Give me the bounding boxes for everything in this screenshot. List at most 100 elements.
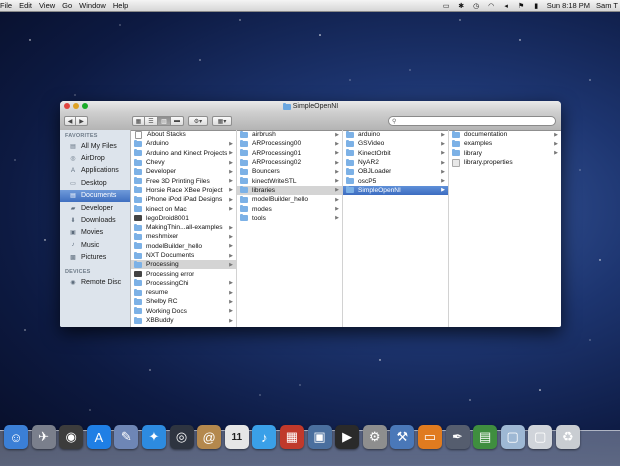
bluetooth-icon[interactable]: ✱ [457,2,466,10]
list-item[interactable]: Arduino ▶ [131,139,236,148]
display-icon[interactable]: ▭ [442,2,451,10]
list-item[interactable]: ARProcessing01 ▶ [237,149,342,158]
system-preferences-icon[interactable]: ⚙ [362,425,387,449]
list-item[interactable]: ProcessingChi ▶ [131,279,236,288]
icon-view-button[interactable]: ▦ [132,116,145,126]
sidebar-item-all-my-files[interactable]: ▤ All My Files [60,140,130,152]
list-item[interactable]: kinect on Mac ▶ [131,204,236,213]
grapher-icon[interactable]: ✒ [445,425,470,449]
list-item[interactable]: ARProcessing02 ▶ [237,158,342,167]
list-item[interactable]: library ▶ [449,149,561,158]
contacts-icon[interactable]: @ [197,425,222,449]
keynote-icon[interactable]: ▭ [417,425,442,449]
list-item[interactable]: GSVideo ▶ [343,139,448,148]
column-2[interactable]: airbrush ▶ ARProcessing00 ▶ ARProcessing01 ▶ A… [237,130,343,327]
list-item[interactable]: modelBuilder_hello ▶ [131,242,236,251]
calendar-icon[interactable]: 11 [224,425,249,449]
downloads-stack-icon[interactable]: ▢ [528,425,553,449]
sidebar-item-developer[interactable]: ▰ Developer [60,202,130,214]
list-item[interactable]: KinectOrbit ▶ [343,149,448,158]
safari-icon[interactable]: ✦ [141,425,166,449]
list-item[interactable]: OBJLoader ▶ [343,167,448,176]
photo-app-icon[interactable]: ▦ [279,425,304,449]
search-input[interactable] [396,118,551,124]
dashboard-icon[interactable]: ◉ [59,425,84,449]
menu-view[interactable]: View [39,1,55,10]
coverflow-view-button[interactable]: ▬ [171,116,184,126]
sidebar-item-applications[interactable]: A Applications [60,165,130,177]
list-item[interactable]: iPhone iPod iPad Designs ▶ [131,195,236,204]
minimize-button[interactable] [73,103,79,109]
list-item[interactable]: NyAR2 ▶ [343,158,448,167]
flag-icon[interactable]: ⚑ [517,2,526,10]
menu-window[interactable]: Window [79,1,106,10]
list-item[interactable]: modelBuilder_hello ▶ [237,195,342,204]
list-item[interactable]: Free 3D Printing Files ▶ [131,176,236,185]
list-item[interactable]: examples ▶ [449,139,561,148]
title-bar[interactable]: SimpleOpenNI [60,101,561,112]
list-item[interactable]: Processing error [131,269,236,278]
column-4[interactable]: documentation ▶ examples ▶ library ▶ library.p… [449,130,561,327]
zoom-button[interactable] [82,103,88,109]
sidebar-item-desktop[interactable]: ▭ Desktop [60,177,130,189]
list-item[interactable]: resume ▶ [131,288,236,297]
menu-file[interactable]: File [0,1,12,10]
list-item[interactable]: library.properties [449,158,561,167]
list-item[interactable]: SimpleOpenNI ▶ [343,185,448,196]
close-button[interactable] [64,103,70,109]
list-item[interactable]: ARProcessing00 ▶ [237,139,342,148]
itunes-icon[interactable]: ♪ [252,425,277,449]
launchpad-icon[interactable]: ✈ [31,425,56,449]
list-item[interactable]: tools ▶ [237,214,342,223]
activity-monitor-icon[interactable]: ▤ [473,425,498,449]
list-item[interactable]: modes ▶ [237,204,342,213]
menu-help[interactable]: Help [113,1,128,10]
back-button[interactable]: ◀ [64,116,76,126]
action-button[interactable]: ⚙▾ [188,116,208,126]
photo-booth-icon[interactable]: ◎ [169,425,194,449]
terminal-icon[interactable]: ▶ [335,425,360,449]
list-item[interactable]: XBBuddy ▶ [131,316,236,325]
list-item[interactable]: legoDroid8001 [131,214,236,223]
documents-stack-icon[interactable]: ▢ [500,425,525,449]
list-item[interactable]: Shelby RC ▶ [131,297,236,306]
menu-go[interactable]: Go [62,1,72,10]
list-item[interactable]: documentation ▶ [449,130,561,139]
column-1[interactable]: About Stacks Arduino ▶ Arduino and Kinect P… [131,130,237,327]
list-item[interactable]: Chevy ▶ [131,158,236,167]
sidebar-item-pictures[interactable]: ▩ Pictures [60,252,130,264]
list-item[interactable]: Developer ▶ [131,167,236,176]
list-item[interactable]: Bouncers ▶ [237,167,342,176]
menu-edit[interactable]: Edit [19,1,32,10]
list-item[interactable]: About Stacks [131,130,236,139]
list-item[interactable]: NXT Documents ▶ [131,251,236,260]
sidebar-item-remote-disc[interactable]: ◉ Remote Disc [60,276,130,288]
column-3[interactable]: arduino ▶ GSVideo ▶ KinectOrbit ▶ NyAR2 ▶ OBJLoa… [343,130,449,327]
search-field[interactable]: ⚲ [388,116,556,126]
list-item[interactable]: MakingThin...all-examples ▶ [131,223,236,232]
finder-icon[interactable]: ☺ [4,425,28,449]
volume-icon[interactable]: ◂ [502,2,511,10]
list-item[interactable]: Horsie Race XBee Project ▶ [131,186,236,195]
list-item[interactable]: meshmixer ▶ [131,232,236,241]
sidebar-item-downloads[interactable]: ⬇ Downloads [60,214,130,226]
column-view-button[interactable]: ▥ [158,116,171,126]
sidebar-item-movies[interactable]: ▣ Movies [60,227,130,239]
sidebar-item-documents[interactable]: ▤ Documents [60,189,130,202]
list-view-button[interactable]: ☰ [145,116,158,126]
xcode-icon[interactable]: ⚒ [390,425,415,449]
list-item[interactable]: arduino ▶ [343,130,448,139]
wifi-icon[interactable]: ◠ [487,2,496,10]
list-item[interactable]: airbrush ▶ [237,130,342,139]
list-item[interactable]: Arduino and Kinect Projects ▶ [131,149,236,158]
list-item[interactable]: oscP5 ▶ [343,176,448,185]
preview-icon[interactable]: ✎ [114,425,139,449]
clock[interactable]: Sun 8:18 PM [547,1,590,10]
sidebar-item-airdrop[interactable]: ◎ AirDrop [60,152,130,164]
trash-icon[interactable]: ♻ [555,425,580,449]
iphoto-icon[interactable]: ▣ [307,425,332,449]
sidebar-item-music[interactable]: ♪ Music [60,239,130,251]
battery-icon[interactable]: ▮ [532,2,541,10]
user-menu[interactable]: Sam T [596,1,618,10]
list-item[interactable]: libraries ▶ [237,185,342,196]
